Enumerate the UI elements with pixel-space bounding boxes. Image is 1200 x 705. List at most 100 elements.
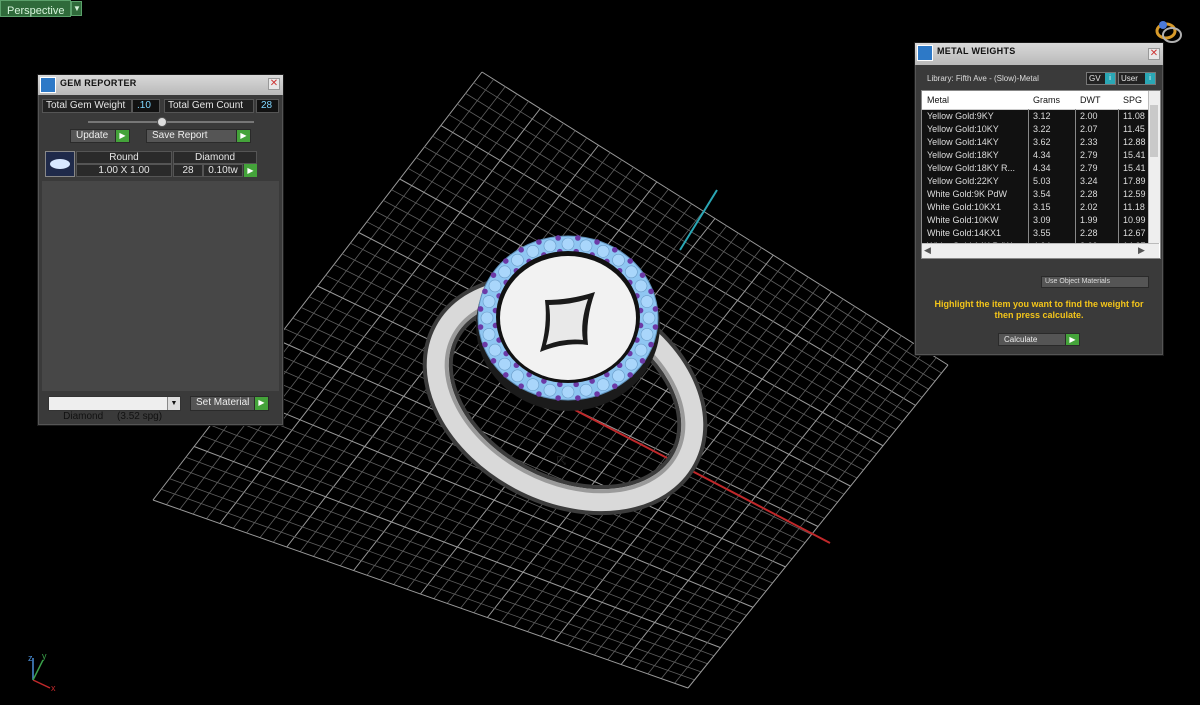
gem-shape: Round — [76, 151, 172, 164]
slider-track[interactable] — [88, 121, 254, 123]
table-row[interactable]: Yellow Gold:22KY 5.03 3.24 17.89 — [922, 175, 1148, 189]
cell-metal: Yellow Gold:18KY — [927, 150, 999, 160]
gem-row[interactable]: Round Diamond 1.00 X 1.00 28 0.10tw ▶ — [45, 151, 258, 179]
cell-dwt: 2.28 — [1080, 228, 1098, 238]
halo-stone — [612, 369, 625, 383]
halo-stone — [634, 343, 648, 357]
vertical-scrollbar[interactable] — [1148, 91, 1160, 243]
total-gem-weight-label: Total Gem Weight — [42, 99, 132, 113]
halo-stone — [511, 253, 524, 267]
set-material-label: Set Material — [196, 397, 250, 408]
cell-dwt: 2.28 — [1080, 189, 1098, 199]
user-label: User — [1121, 74, 1138, 83]
halo-stone — [640, 295, 654, 308]
user-toggle[interactable]: User i — [1118, 72, 1156, 85]
prong — [612, 383, 618, 389]
cell-dwt: 2.02 — [1080, 202, 1098, 212]
slider-handle[interactable] — [157, 117, 167, 127]
cell-metal: Yellow Gold:22KY — [927, 176, 999, 186]
cell-grams: 3.22 — [1033, 124, 1051, 134]
col-metal: Metal — [927, 95, 950, 105]
metal-weights-panel: METAL WEIGHTS ✕ Library: Fifth Ave - (Sl… — [914, 42, 1164, 356]
material-select-value: Diamond (3.52 spg) — [63, 411, 163, 422]
cell-spg: 11.45 — [1123, 124, 1145, 134]
close-icon[interactable]: ✕ — [1148, 48, 1160, 60]
prong — [555, 235, 561, 241]
gem-weight: 0.10tw — [203, 164, 243, 177]
cell-metal: Yellow Gold:14KY — [927, 137, 999, 147]
ring-icon[interactable] — [1152, 12, 1186, 46]
table-row[interactable]: Yellow Gold:18KY R... 4.34 2.79 15.41 — [922, 162, 1148, 176]
table-row[interactable]: White Gold:10KW 3.09 1.99 10.99 — [922, 214, 1148, 228]
cell-grams: 3.62 — [1033, 137, 1051, 147]
metal-weights-titlebar[interactable]: METAL WEIGHTS ✕ — [915, 43, 1163, 65]
cell-metal: Yellow Gold:18KY R... — [927, 163, 1016, 173]
table-row[interactable]: Yellow Gold:9KY 3.12 2.00 11.08 — [922, 110, 1148, 124]
prong — [594, 239, 600, 245]
y-axis-line — [679, 189, 718, 251]
metal-weights-title: METAL WEIGHTS — [937, 46, 1016, 56]
gem-reporter-icon — [40, 77, 56, 93]
halo-stone — [526, 378, 540, 391]
use-object-materials-select[interactable]: Use Object Materials — [1041, 276, 1149, 288]
table-row[interactable]: Yellow Gold:18KY 4.34 2.79 15.41 — [922, 149, 1148, 163]
prong — [502, 372, 509, 378]
close-icon[interactable]: ✕ — [268, 78, 280, 90]
halo-stone — [596, 245, 610, 258]
cell-spg: 10.99 — [1123, 215, 1146, 225]
cell-spg: 11.18 — [1123, 202, 1145, 212]
total-gem-weight-field[interactable]: .10 — [132, 99, 160, 113]
go-arrow-icon: ▶ — [236, 130, 250, 142]
cell-dwt: 2.33 — [1080, 137, 1098, 147]
prong — [477, 306, 484, 312]
save-report-button[interactable]: Save Report ▶ — [146, 129, 251, 143]
cell-spg: 12.67 — [1123, 228, 1146, 238]
table-row[interactable]: Yellow Gold:14KY 3.62 2.33 12.88 — [922, 136, 1148, 150]
table-row[interactable]: Yellow Gold:10KY 3.22 2.07 11.45 — [922, 123, 1148, 137]
cell-spg: 15.41 — [1123, 163, 1146, 173]
set-material-button[interactable]: Set Material ▶ — [190, 396, 269, 411]
material-select[interactable]: Diamond (3.52 spg) ▼ — [48, 396, 181, 422]
go-arrow-icon[interactable]: ▶ — [244, 164, 257, 177]
cell-metal: White Gold:10KW — [927, 215, 999, 225]
cell-dwt: 1.99 — [1080, 215, 1098, 225]
dropdown-arrow-icon[interactable]: ▼ — [71, 1, 83, 16]
prong — [477, 324, 484, 330]
prong — [575, 395, 581, 401]
halo-stone — [634, 279, 648, 293]
prong — [482, 288, 488, 295]
prong — [555, 395, 561, 401]
total-gem-count-field[interactable]: 28 — [256, 99, 279, 113]
save-report-label: Save Report — [152, 130, 208, 141]
table-header: Metal Grams DWT SPG — [922, 91, 1160, 110]
hint-text: Highlight the item you want to find the … — [934, 299, 1144, 320]
calculate-button[interactable]: Calculate ▶ — [998, 333, 1080, 346]
metal-table[interactable]: Metal Grams DWT SPG Yellow Gold:9KY 3.12 2… — [921, 90, 1161, 259]
prong — [536, 391, 542, 397]
table-row[interactable]: White Gold:9K PdW 3.54 2.28 12.59 — [922, 188, 1148, 202]
gv-toggle[interactable]: GV i — [1086, 72, 1116, 85]
cell-grams: 3.12 — [1033, 111, 1051, 121]
viewport-name: Perspective — [7, 5, 65, 17]
table-row[interactable]: White Gold:10KX1 3.15 2.02 11.18 — [922, 201, 1148, 215]
prong — [536, 239, 542, 245]
halo-stone — [579, 383, 593, 397]
update-button[interactable]: Update ▶ — [70, 129, 130, 143]
prong — [652, 306, 659, 312]
go-arrow-icon: ▶ — [115, 130, 129, 142]
prong — [482, 341, 488, 348]
cell-metal: White Gold:14KX1 — [927, 228, 1002, 238]
halo-stone — [543, 383, 557, 397]
table-row[interactable]: White Gold:14KX1 3.55 2.28 12.67 — [922, 227, 1148, 241]
prong — [627, 258, 634, 264]
prong — [648, 288, 654, 295]
gem-reporter-titlebar[interactable]: GEM REPORTER ✕ — [38, 75, 283, 95]
horizontal-scrollbar[interactable]: ◀ ▶ — [922, 243, 1159, 258]
update-label: Update — [76, 130, 109, 141]
prong — [648, 341, 654, 348]
cell-grams: 4.34 — [1033, 163, 1051, 173]
metal-weights-icon — [917, 45, 933, 61]
cell-grams: 4.34 — [1033, 150, 1051, 160]
go-arrow-icon: ▶ — [254, 397, 268, 410]
viewport-label[interactable]: Perspective ▼ — [0, 0, 83, 17]
